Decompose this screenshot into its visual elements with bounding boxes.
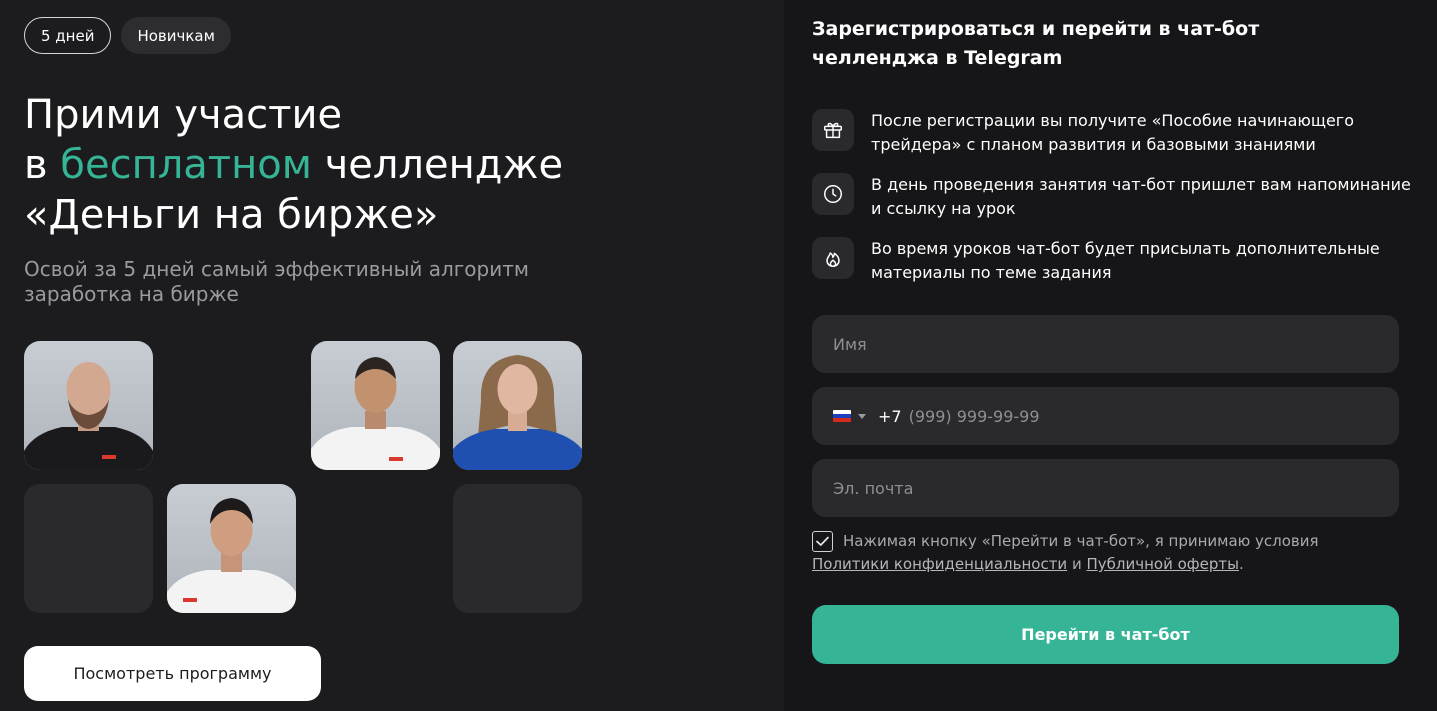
russia-flag-icon[interactable] [833, 410, 851, 422]
title-accent: бесплатном [60, 142, 312, 188]
page-subtitle: Освой за 5 дней самый эффективный алгори… [24, 257, 529, 306]
registration-panel: Зарегистрироваться и перейти в чат-бот ч… [784, 0, 1437, 711]
consent-block: Нажимая кнопку «Перейти в чат-бот», я пр… [812, 530, 1372, 576]
feature-item: Во время уроков чат-бот будет присылать … [812, 237, 1411, 285]
empty-tile [24, 484, 153, 613]
speaker-photo-2 [311, 341, 440, 470]
consent-text: Нажимая кнопку «Перейти в чат-бот», я пр… [843, 532, 1319, 550]
tag-duration: 5 дней [24, 17, 112, 54]
feature-item: В день проведения занятия чат-бот пришле… [812, 173, 1411, 221]
tag-level: Новичкам [121, 17, 231, 54]
feature-item: После регистрации вы получите «Пособие н… [812, 109, 1411, 157]
email-field[interactable] [812, 459, 1399, 517]
feature-text: В день проведения занятия чат-бот пришле… [871, 175, 1411, 218]
name-input[interactable] [833, 334, 1399, 354]
speaker-portrait-icon [311, 357, 440, 470]
form-title: Зарегистрироваться и перейти в чат-бот ч… [812, 18, 1260, 69]
title-line-1: Прими участие [24, 92, 343, 138]
consent-checkbox[interactable] [812, 531, 833, 552]
empty-tile [453, 484, 582, 613]
name-field[interactable] [812, 315, 1399, 373]
gift-icon [812, 109, 854, 151]
title-line-2-pre: в [24, 142, 61, 188]
chevron-down-icon[interactable] [858, 413, 866, 419]
hero-section: 5 дней Новичкам Прими участие в бесплатн… [0, 0, 784, 711]
phone-code: +7 [878, 406, 902, 426]
speaker-portrait-icon [24, 362, 153, 470]
email-input[interactable] [833, 478, 1399, 498]
title-line-3: «Деньги на бирже» [24, 192, 439, 238]
public-offer-link[interactable]: Публичной оферты [1087, 555, 1239, 573]
consent-links: Политики конфиденциальности и Публичной … [812, 553, 1372, 576]
privacy-policy-link[interactable]: Политики конфиденциальности [812, 555, 1067, 573]
check-icon [816, 536, 829, 546]
view-program-button[interactable]: Посмотреть программу [24, 646, 321, 701]
go-to-chatbot-button[interactable]: Перейти в чат-бот [812, 605, 1399, 664]
consent-conjunction: и [1071, 555, 1082, 573]
page-title: Прими участие в бесплатном челлендже «Де… [24, 90, 764, 240]
tags: 5 дней Новичкам [24, 17, 231, 54]
title-line-2-post: челлендже [311, 142, 564, 188]
clock-icon [812, 173, 854, 215]
consent-period: . [1238, 555, 1244, 573]
speaker-photo-4 [167, 484, 296, 613]
speaker-portrait-icon [167, 498, 296, 613]
speaker-photo-1 [24, 341, 153, 470]
feature-text: После регистрации вы получите «Пособие н… [871, 111, 1354, 154]
speaker-photo-3 [453, 341, 582, 470]
phone-input[interactable]: (999) 999-99-99 [909, 407, 1040, 426]
speaker-portrait-icon [453, 355, 582, 470]
feature-text: Во время уроков чат-бот будет присылать … [871, 239, 1380, 282]
fire-icon [812, 237, 854, 279]
phone-field[interactable]: +7 (999) 999-99-99 [812, 387, 1399, 445]
